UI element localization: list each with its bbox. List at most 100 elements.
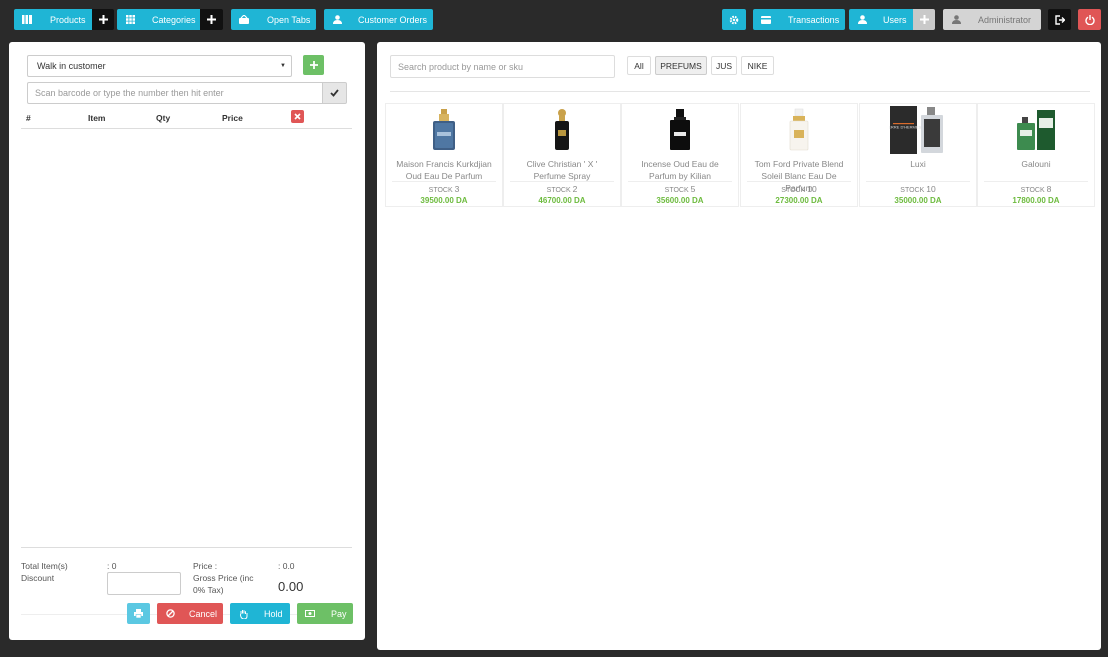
user-name: Administrator [978, 14, 1032, 25]
customer-orders-button[interactable]: Customer Orders [324, 9, 433, 30]
customer-select[interactable]: Walk in customer ▼ [27, 55, 292, 77]
user-account-button[interactable]: Administrator [943, 9, 1041, 30]
product-name: Clive Christian ' X ' Perfume Spray [526, 159, 598, 181]
sign-out-icon [1054, 14, 1065, 25]
product-image [741, 104, 857, 156]
products-icon [14, 15, 40, 24]
add-user-button[interactable] [913, 9, 935, 30]
product-stock: STOCK 10 [781, 184, 817, 194]
cancel-label: Cancel [189, 608, 218, 619]
product-image [504, 104, 620, 156]
plus-icon [207, 15, 216, 24]
plus-icon [919, 15, 929, 24]
product-card-divider [984, 181, 1088, 182]
user-icon [324, 15, 350, 24]
product-card[interactable]: Clive Christian ' X ' Perfume Spray STOCK… [503, 103, 621, 207]
product-price: 46700.00 DA [538, 196, 586, 205]
power-button[interactable] [1078, 9, 1101, 30]
filter-tab-jus-label: JUS [715, 60, 733, 71]
pay-button[interactable]: Pay [297, 603, 353, 624]
categories-label: Categories [152, 14, 196, 25]
product-stock: STOCK 3 [428, 184, 460, 194]
product-card-divider [866, 181, 970, 182]
product-card[interactable]: TERRE D'HERMES Luxi STOCK 10 35000.00 DA [859, 103, 977, 207]
gear-icon [729, 15, 739, 25]
product-image [386, 104, 502, 156]
product-card[interactable]: Galouni STOCK 8 17800.00 DA [977, 103, 1095, 207]
gross-price-label: Gross Price (inc [193, 573, 254, 583]
gross-price-tax-label: 0% Tax) [193, 585, 224, 595]
settings-button[interactable] [722, 9, 746, 30]
products-label: Products [50, 14, 86, 25]
plus-icon [98, 15, 108, 24]
gross-price-value: 0.00 [278, 579, 304, 594]
add-product-button[interactable] [92, 9, 114, 30]
product-name: Galouni [1021, 159, 1051, 169]
grid-icon [117, 15, 143, 24]
column-header-item: Item [88, 113, 106, 123]
filter-tab-prefums-label: PREFUMS [660, 60, 702, 71]
product-card-divider [747, 181, 851, 182]
price-label: Price : [193, 561, 218, 571]
barcode-submit-button[interactable] [322, 82, 347, 104]
product-stock: STOCK 5 [664, 184, 696, 194]
product-logo-text: TERRE D'HERMES [889, 125, 922, 130]
product-price: 35600.00 DA [656, 196, 704, 205]
catalog-divider [390, 91, 1090, 92]
check-icon [330, 89, 339, 97]
user-icon [849, 15, 875, 24]
cancel-button[interactable]: Cancel [157, 603, 223, 624]
close-icon [294, 113, 301, 120]
add-category-button[interactable] [200, 9, 223, 30]
product-name: Incense Oud Eau de Parfum by Kilian [641, 159, 719, 181]
product-card[interactable]: Maison Francis Kurkdjian Oud Eau De Parfu… [385, 103, 503, 207]
filter-tab-nike-label: NIKE [747, 60, 768, 71]
users-label: Users [883, 14, 907, 25]
product-card-divider [392, 181, 496, 182]
total-items-label: Total Item(s) [21, 561, 68, 571]
hold-label: Hold [264, 608, 283, 619]
discount-input[interactable] [107, 572, 181, 595]
filter-tab-jus[interactable]: JUS [711, 56, 737, 75]
logout-button[interactable] [1048, 9, 1071, 30]
filter-tab-nike[interactable]: NIKE [741, 56, 774, 75]
hand-icon [230, 609, 256, 619]
product-stock: STOCK 2 [546, 184, 578, 194]
plus-icon [309, 61, 318, 69]
product-image: TERRE D'HERMES [860, 104, 976, 156]
open-tabs-label: Open Tabs [267, 14, 311, 25]
product-name: Maison Francis Kurkdjian Oud Eau De Parfu… [396, 159, 492, 181]
print-button[interactable] [127, 603, 150, 624]
transactions-label: Transactions [788, 14, 840, 25]
money-icon [297, 610, 323, 617]
credit-card-icon [753, 15, 779, 24]
barcode-input[interactable]: Scan barcode or type the number then hit… [27, 82, 323, 104]
product-search-input[interactable]: Search product by name or sku [390, 55, 615, 78]
product-image [978, 104, 1094, 156]
transactions-button[interactable]: Transactions [753, 9, 845, 30]
customer-orders-label: Customer Orders [358, 14, 428, 25]
pay-label: Pay [331, 608, 347, 619]
total-items-value: : 0 [107, 561, 117, 571]
filter-tab-prefums[interactable]: PREFUMS [655, 56, 707, 75]
users-button[interactable]: Users [849, 9, 913, 30]
product-card[interactable]: Tom Ford Private Blend Soleil Blanc Eau D… [740, 103, 858, 207]
basket-icon [231, 15, 257, 24]
products-button[interactable]: Products [14, 9, 92, 30]
categories-button[interactable]: Categories [117, 9, 200, 30]
product-name: Luxi [910, 159, 926, 169]
product-card[interactable]: Incense Oud Eau de Parfum by Kilian STOCK… [621, 103, 739, 207]
product-card-divider [510, 181, 614, 182]
open-tabs-button[interactable]: Open Tabs [231, 9, 316, 30]
hold-button[interactable]: Hold [230, 603, 290, 624]
product-price: 17800.00 DA [1012, 196, 1060, 205]
product-price: 39500.00 DA [420, 196, 468, 205]
customer-select-value: Walk in customer [37, 61, 106, 71]
totals-divider [21, 547, 352, 548]
user-icon [943, 15, 969, 24]
product-image [622, 104, 738, 156]
clear-cart-button[interactable] [291, 110, 304, 123]
add-customer-button[interactable] [303, 55, 324, 75]
filter-tab-all[interactable]: All [627, 56, 651, 75]
discount-label: Discount [21, 573, 55, 583]
